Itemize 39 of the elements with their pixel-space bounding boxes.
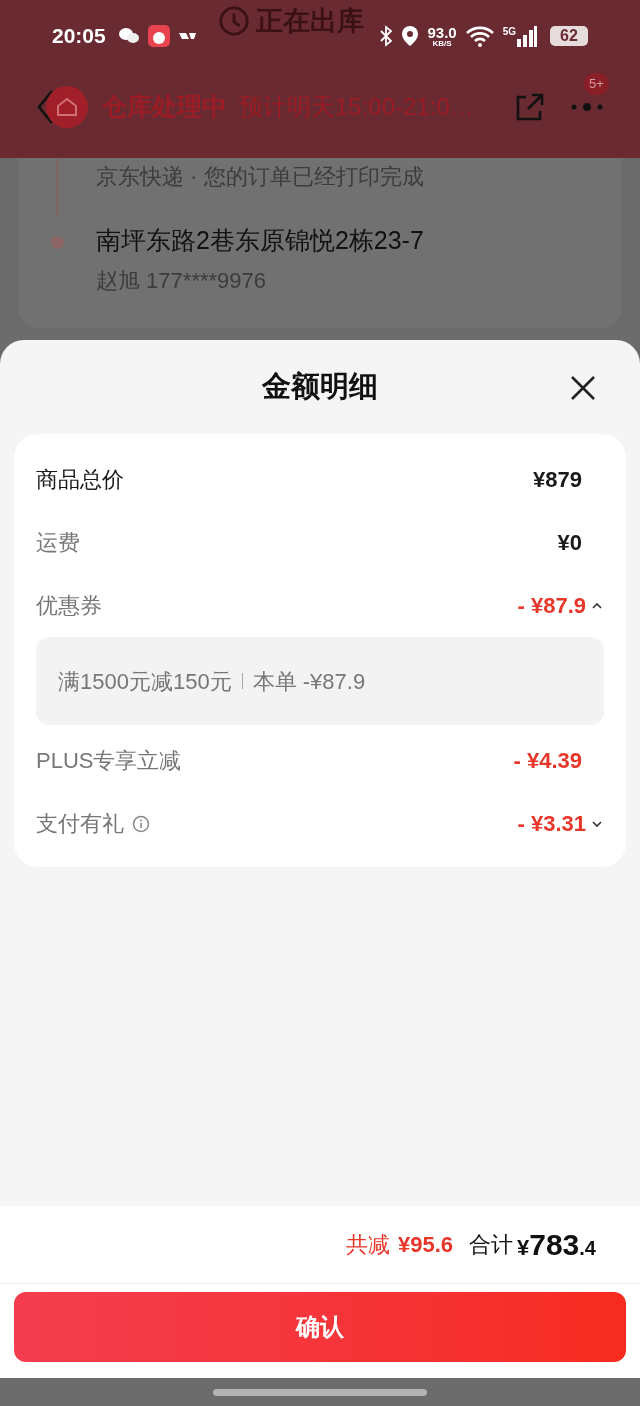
delivery-address: 南坪东路2巷东原锦悦2栋23-7 [96,225,424,256]
confirm-button[interactable]: 确认 [14,1292,626,1362]
close-icon[interactable] [570,375,596,401]
sheet-title: 金额明细 [262,369,378,405]
app-icon [147,25,170,47]
location-icon [401,25,420,47]
total-amount: ¥783.4 [517,1227,596,1263]
home-indicator[interactable] [213,1388,427,1396]
share-icon[interactable] [514,91,546,123]
coupon-rule: 满1500元减150元 [58,667,232,696]
total-label: 合计 [469,1231,513,1259]
speed-unit: KB/S [432,39,452,48]
status-time: 20:05 [52,23,106,50]
wifi-icon [464,25,495,47]
notification-badge: 5+ [584,73,609,95]
price-amount: - ¥87.9 [517,592,586,620]
price-amount: ¥879 [533,466,582,494]
price-label: 商品总价 [36,466,124,494]
warehouse-icon [46,86,88,128]
more-icon[interactable] [570,101,604,113]
price-label: 运费 [36,529,80,557]
price-label: PLUS专享立减 [36,747,182,775]
battery-indicator: 62 [550,26,588,46]
saving-label: 共减 [345,1231,390,1259]
signal-icon [516,25,538,47]
price-amount: ¥0 [557,529,582,557]
price-label: 支付有礼 [36,810,124,838]
price-amount: - ¥3.31 [517,810,586,838]
clock-icon [218,5,250,37]
network-type: 5G [502,25,516,39]
network-speed: 93.0 [427,24,457,40]
info-icon[interactable] [132,814,150,833]
app-icon [177,31,198,41]
saving-amount: ¥95.6 [397,1231,453,1259]
coupon-applied: 本单 -¥87.9 [252,667,366,696]
chat-icon [117,27,140,45]
bluetooth-icon [379,25,394,47]
price-label: 优惠券 [36,592,102,620]
price-amount: - ¥4.39 [513,747,582,775]
